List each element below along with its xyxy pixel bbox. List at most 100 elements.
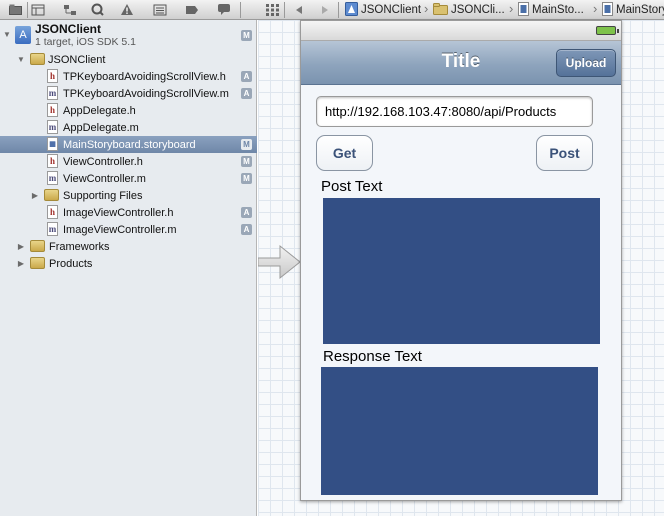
navigator-row-file-selected[interactable]: ▦ MainStoryboard.storyboard M: [0, 136, 257, 153]
chevron-right-icon: ›: [424, 1, 429, 16]
breadcrumb-project[interactable]: JSONClient: [345, 2, 425, 18]
forward-arrow-icon[interactable]: [316, 2, 334, 17]
get-button[interactable]: Get: [316, 135, 373, 171]
scm-status-badge: A: [241, 88, 252, 99]
view-controller-scene[interactable]: Title Upload http://192.168.103.47:8080/…: [300, 20, 622, 501]
folder-icon: [30, 53, 45, 65]
folder-icon: [433, 2, 448, 18]
breakpoint-icon[interactable]: [183, 2, 201, 17]
navigator-item-label: TPKeyboardAvoidingScrollView.m: [63, 87, 229, 100]
scm-status-badge: A: [241, 71, 252, 82]
storyboard-canvas[interactable]: Title Upload http://192.168.103.47:8080/…: [258, 20, 664, 516]
navigator-item-label: JSONClient: [48, 53, 106, 66]
url-text-field[interactable]: http://192.168.103.47:8080/api/Products: [316, 96, 593, 127]
disclosure-open-icon[interactable]: ▼: [2, 30, 12, 39]
storyboard-file-icon: ▦: [47, 137, 58, 151]
breadcrumb-group[interactable]: JSONCli...: [433, 2, 511, 18]
disclosure-open-icon[interactable]: ▼: [16, 55, 26, 64]
folder-icon: [30, 257, 45, 269]
navigator-row-group[interactable]: ▶ Supporting Files: [0, 187, 257, 204]
search-icon[interactable]: [88, 2, 106, 17]
project-subtitle: 1 target, iOS SDK 5.1: [35, 36, 136, 48]
project-icon: A: [15, 26, 31, 44]
chevron-right-icon: ›: [593, 1, 598, 16]
implementation-file-icon: m: [47, 171, 58, 185]
breadcrumb-file[interactable]: MainSto...: [518, 2, 592, 18]
project-row[interactable]: ▼ A JSONClient 1 target, iOS SDK 5.1 M: [0, 21, 257, 49]
breadcrumb-file[interactable]: MainStory: [602, 2, 664, 18]
navigator-row-file[interactable]: h AppDelegate.h: [0, 102, 257, 119]
navigator-row-file[interactable]: h ImageViewController.h A: [0, 204, 257, 221]
navigator-row-group[interactable]: ▶ Products: [0, 255, 257, 272]
project-icon: [345, 2, 358, 18]
folder-icon: [44, 189, 59, 201]
header-file-icon: h: [47, 69, 58, 83]
scm-status-badge: A: [241, 207, 252, 218]
initial-scene-arrow-icon: [258, 244, 301, 280]
disclosure-closed-icon[interactable]: ▶: [30, 191, 40, 200]
response-text-label: Response Text: [323, 348, 422, 365]
scm-status-badge: M: [241, 173, 252, 184]
grid-icon[interactable]: [263, 2, 281, 17]
post-text-label: Post Text: [321, 178, 383, 195]
toolbar-divider: [284, 2, 285, 18]
chevron-right-icon: ›: [509, 1, 514, 16]
status-bar: [301, 21, 621, 41]
project-navigator: ▼ A JSONClient 1 target, iOS SDK 5.1 M ▼…: [0, 20, 257, 516]
warning-icon[interactable]: [118, 2, 136, 17]
navigator-item-label: ImageViewController.h: [63, 206, 174, 219]
log-icon[interactable]: [215, 2, 233, 17]
list-icon[interactable]: [151, 2, 169, 17]
toolbar-divider: [27, 2, 28, 18]
battery-icon: [596, 26, 619, 35]
project-name: JSONClient: [35, 22, 102, 36]
breadcrumb-label: JSONCli...: [451, 4, 505, 16]
post-text-view[interactable]: [323, 198, 600, 344]
navigator-item-label: Frameworks: [49, 240, 110, 253]
navigator-row-file[interactable]: m ViewController.m M: [0, 170, 257, 187]
navigator-row-file[interactable]: m TPKeyboardAvoidingScrollView.m A: [0, 85, 257, 102]
header-file-icon: h: [47, 103, 58, 117]
navigator-row-file[interactable]: h ViewController.h M: [0, 153, 257, 170]
storyboard-file-icon: [602, 2, 613, 18]
folder-icon: [30, 240, 45, 252]
scm-status-badge: A: [241, 224, 252, 235]
back-arrow-icon[interactable]: [290, 2, 308, 17]
toolbar-divider: [240, 2, 241, 18]
hierarchy-icon[interactable]: [29, 2, 47, 17]
toolbar-divider: [338, 2, 339, 18]
navigator-item-label: Supporting Files: [63, 189, 143, 202]
navigator-item-label: MainStoryboard.storyboard: [63, 138, 196, 151]
navigator-item-label: ViewController.m: [63, 172, 146, 185]
navigator-row-file[interactable]: h TPKeyboardAvoidingScrollView.h A: [0, 68, 257, 85]
scm-status-badge: M: [241, 30, 252, 41]
hierarchy-icon[interactable]: [61, 2, 79, 17]
navigator-item-label: AppDelegate.h: [63, 104, 136, 117]
navigator-item-label: ViewController.h: [63, 155, 143, 168]
upload-button[interactable]: Upload: [556, 49, 616, 77]
navigator-item-label: ImageViewController.m: [63, 223, 177, 236]
breadcrumb-label: MainStory: [616, 4, 664, 16]
folder-icon[interactable]: [6, 2, 24, 17]
implementation-file-icon: m: [47, 222, 58, 236]
navigator-item-label: AppDelegate.m: [63, 121, 139, 134]
navigator-item-label: TPKeyboardAvoidingScrollView.h: [63, 70, 226, 83]
post-button[interactable]: Post: [536, 135, 593, 171]
navigator-item-label: Products: [49, 257, 93, 270]
disclosure-closed-icon[interactable]: ▶: [16, 242, 26, 251]
header-file-icon: h: [47, 154, 58, 168]
navigation-bar[interactable]: Title Upload: [301, 41, 621, 85]
implementation-file-icon: m: [47, 86, 58, 100]
scm-status-badge: M: [241, 139, 252, 150]
navigator-row-file[interactable]: m ImageViewController.m A: [0, 221, 257, 238]
disclosure-closed-icon[interactable]: ▶: [16, 259, 26, 268]
response-text-view[interactable]: [321, 367, 598, 495]
navigator-row-group[interactable]: ▼ JSONClient: [0, 51, 257, 68]
storyboard-file-icon: [518, 2, 529, 18]
navigator-row-group[interactable]: ▶ Frameworks: [0, 238, 257, 255]
navigator-row-file[interactable]: m AppDelegate.m: [0, 119, 257, 136]
implementation-file-icon: m: [47, 120, 58, 134]
scm-status-badge: M: [241, 156, 252, 167]
jump-bar-toolbar: JSONClient › JSONCli... › MainSto... › M…: [0, 0, 664, 20]
header-file-icon: h: [47, 205, 58, 219]
